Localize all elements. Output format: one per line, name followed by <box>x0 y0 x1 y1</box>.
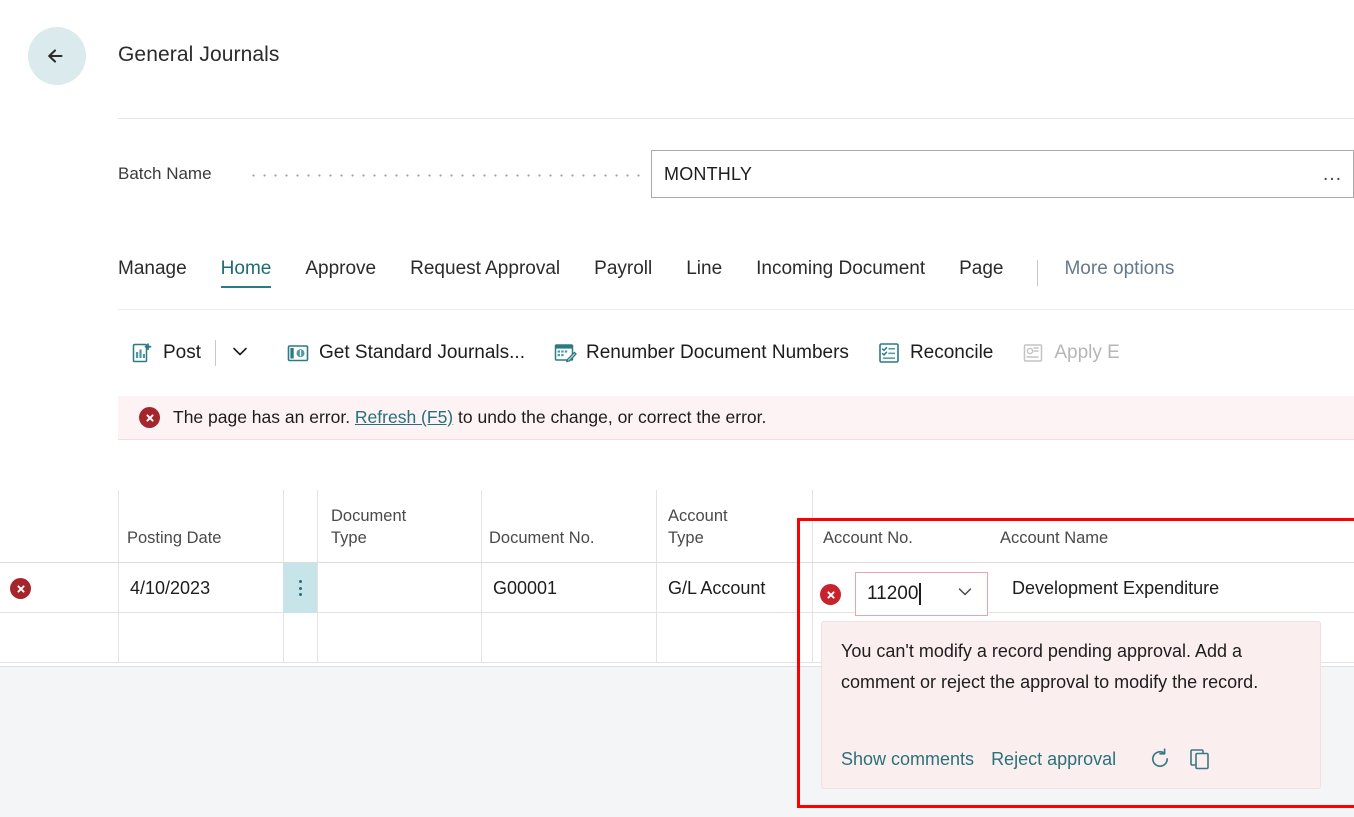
tab-more-options[interactable]: More options <box>1064 258 1174 288</box>
tab-approve[interactable]: Approve <box>305 258 376 288</box>
renumber-document-numbers-button[interactable]: Renumber Document Numbers <box>553 341 849 365</box>
tab-incoming-document[interactable]: Incoming Document <box>756 258 925 288</box>
renumber-document-numbers-label: Renumber Document Numbers <box>586 342 849 364</box>
batch-name-label: Batch Name <box>118 164 212 184</box>
cell-document-type[interactable] <box>317 613 481 663</box>
get-standard-journals-label: Get Standard Journals... <box>319 342 525 364</box>
error-text-before: The page has an error. <box>173 407 355 427</box>
more-vertical-icon <box>299 579 302 598</box>
tab-line[interactable]: Line <box>686 258 722 288</box>
column-header-document-type[interactable]: Document Type <box>331 506 421 550</box>
ribbon-divider <box>118 309 1354 310</box>
cell-posting-date[interactable]: 4/10/2023 <box>118 563 283 613</box>
post-dropdown-button[interactable] <box>220 338 260 368</box>
get-standard-journals-button[interactable]: Get Standard Journals... <box>286 341 525 365</box>
cell-posting-date[interactable] <box>118 613 283 663</box>
reconcile-button[interactable]: Reconcile <box>877 341 993 365</box>
page-error-message: The page has an error. Refresh (F5) to u… <box>173 407 766 428</box>
apply-entries-label: Apply E <box>1054 342 1119 364</box>
post-journal-icon <box>130 341 154 365</box>
batch-name-lookup-button[interactable]: … <box>1322 164 1343 184</box>
header-divider-2 <box>317 490 318 562</box>
show-comments-link[interactable]: Show comments <box>841 749 974 770</box>
tab-home[interactable]: Home <box>221 258 272 288</box>
standard-journal-icon <box>286 341 310 365</box>
batch-name-leader-dots <box>248 174 644 177</box>
error-text-after: to undo the change, or correct the error… <box>453 407 766 427</box>
cell-document-type[interactable] <box>317 563 481 613</box>
reconcile-label: Reconcile <box>910 342 993 364</box>
grid-header-row: Posting Date Document Type Document No. … <box>0 466 1354 563</box>
ribbon-tabs: Manage Home Approve Request Approval Pay… <box>118 258 1208 304</box>
post-button[interactable]: Post <box>130 341 201 365</box>
general-journals-page: General Journals Batch Name MONTHLY … Ma… <box>0 0 1354 817</box>
cell-divider-1 <box>283 613 284 663</box>
tabs-divider <box>1037 260 1038 286</box>
back-arrow-icon <box>42 41 72 71</box>
validation-tooltip: You can't modify a record pending approv… <box>821 621 1321 789</box>
batch-name-input[interactable]: MONTHLY … <box>651 150 1354 198</box>
row-error-icon[interactable] <box>10 578 31 599</box>
page-title: General Journals <box>118 43 280 67</box>
header-divider-3 <box>481 490 482 562</box>
column-header-account-no[interactable]: Account No. <box>823 528 983 550</box>
copy-icon[interactable] <box>1187 746 1213 772</box>
command-bar: Post Get Standard Journals... <box>130 330 1148 376</box>
chevron-down-icon <box>229 340 251 367</box>
account-no-input[interactable]: 11200 <box>855 572 988 616</box>
validation-tooltip-actions: Show comments Reject approval <box>841 741 1306 777</box>
renumber-icon <box>553 341 577 365</box>
reconcile-icon <box>877 341 901 365</box>
post-button-label: Post <box>163 342 201 364</box>
text-cursor <box>919 583 921 605</box>
apply-entries-button: Apply E <box>1021 341 1119 365</box>
column-header-posting-date[interactable]: Posting Date <box>127 528 277 550</box>
header-divider-0 <box>118 490 119 562</box>
tab-request-approval[interactable]: Request Approval <box>410 258 560 288</box>
cell-document-no[interactable]: G00001 <box>481 563 656 613</box>
apply-entries-icon <box>1021 341 1045 365</box>
cell-document-no[interactable] <box>481 613 656 663</box>
cell-account-name[interactable]: Development Expenditure <box>1000 563 1340 613</box>
cell-divider-5 <box>812 563 813 613</box>
account-no-dropdown-button[interactable] <box>955 582 975 607</box>
column-header-account-name[interactable]: Account Name <box>1000 528 1220 550</box>
cell-divider-5 <box>812 613 813 663</box>
header-divider <box>118 118 1354 119</box>
header-divider-5 <box>812 490 813 562</box>
page-header: General Journals <box>0 0 1354 118</box>
cell-account-type[interactable] <box>656 613 812 663</box>
refresh-link[interactable]: Refresh (F5) <box>355 407 453 427</box>
column-header-account-type[interactable]: Account Type <box>668 506 753 550</box>
batch-name-row: Batch Name MONTHLY … <box>0 150 1354 206</box>
batch-name-value: MONTHLY <box>652 164 752 185</box>
tab-page[interactable]: Page <box>959 258 1003 288</box>
error-circle-icon <box>139 407 160 428</box>
page-error-banner: The page has an error. Refresh (F5) to u… <box>118 396 1354 440</box>
cell-account-type[interactable]: G/L Account <box>656 563 812 613</box>
tab-manage[interactable]: Manage <box>118 258 187 288</box>
reject-approval-link[interactable]: Reject approval <box>991 749 1116 770</box>
table-row[interactable]: 4/10/2023 G00001 G/L Account Development… <box>0 563 1354 613</box>
field-error-icon[interactable] <box>820 584 841 605</box>
header-divider-4 <box>656 490 657 562</box>
column-header-document-no[interactable]: Document No. <box>489 528 649 550</box>
tab-payroll[interactable]: Payroll <box>594 258 652 288</box>
header-divider-1 <box>283 490 284 562</box>
refresh-retry-icon[interactable] <box>1147 746 1173 772</box>
account-no-value: 11200 <box>856 583 918 605</box>
validation-tooltip-message: You can't modify a record pending approv… <box>841 636 1307 698</box>
row-options-button[interactable] <box>283 563 317 613</box>
back-button[interactable] <box>28 27 86 85</box>
post-split-divider <box>215 340 216 366</box>
